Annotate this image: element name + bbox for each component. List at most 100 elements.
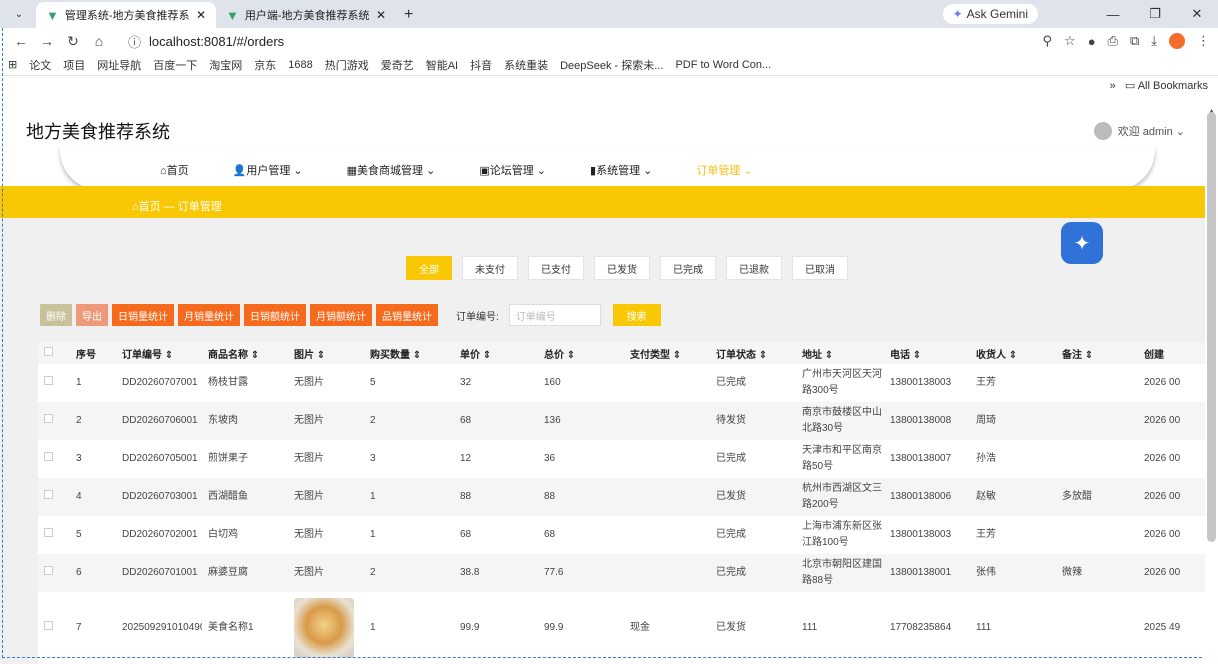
profile-avatar[interactable]: [1169, 33, 1185, 49]
nav-forum[interactable]: ▣论坛管理 ⌄: [479, 162, 546, 178]
bookmark-item[interactable]: 系统重装: [504, 57, 548, 73]
row-checkbox[interactable]: [44, 452, 53, 461]
header-total[interactable]: 总价 ⇕: [538, 342, 624, 364]
header-address[interactable]: 地址 ⇕: [796, 342, 884, 364]
user-menu[interactable]: 欢迎 admin ⌄: [1093, 122, 1185, 140]
close-window-icon[interactable]: ✕: [1176, 0, 1218, 28]
browser-tab-user[interactable]: ▼ 用户端-地方美食推荐系统 ✕: [216, 2, 396, 28]
app-page: 地方美食推荐系统 欢迎 admin ⌄ ⌂首页 👤用户管理 ⌄ ▦美食商城管理 …: [0, 108, 1205, 664]
apps-icon[interactable]: ⊞: [8, 58, 17, 71]
monthly-sales-button[interactable]: 月销量统计: [178, 304, 240, 326]
header-receiver[interactable]: 收货人 ⇕: [970, 342, 1056, 364]
close-icon[interactable]: ✕: [376, 8, 386, 22]
food-image: [294, 598, 354, 658]
star-icon[interactable]: ☆: [1064, 33, 1076, 49]
close-icon[interactable]: ✕: [196, 8, 206, 22]
filter-all[interactable]: 全部: [406, 256, 452, 280]
bookmark-item[interactable]: 爱奇艺: [381, 57, 414, 73]
header-status[interactable]: 订单状态 ⇕: [710, 342, 796, 364]
bookmark-item[interactable]: 抖音: [470, 57, 492, 73]
info-icon[interactable]: ⓘ: [128, 32, 141, 51]
select-all-checkbox[interactable]: [38, 342, 70, 364]
bookmark-item[interactable]: DeepSeek - 探索未...: [560, 57, 663, 73]
table-row[interactable]: 720250929101049050761美食名称1 199.999.9现金已发…: [38, 592, 1205, 664]
table-row[interactable]: 2 DD20260706001 东坡肉 无图片 2 68 136 待发货 南京市鼓楼区中山北路3…: [38, 402, 1205, 440]
header-image[interactable]: 图片 ⇕: [288, 342, 364, 364]
filter-unpaid[interactable]: 未支付: [462, 256, 518, 280]
tab-title: 用户端-地方美食推荐系统: [244, 10, 370, 22]
row-checkbox[interactable]: [44, 376, 53, 385]
table-row[interactable]: 1 DD20260707001 杨枝甘露 无图片 5 32 160 已完成 广州市天河区天河路3…: [38, 364, 1205, 402]
header-phone[interactable]: 电话 ⇕: [884, 342, 970, 364]
filter-completed[interactable]: 已完成: [660, 256, 716, 280]
address-bar: ← → ↻ ⌂ ⓘ localhost:8081/#/orders ⚲ ☆ ● …: [0, 28, 1218, 54]
print-icon[interactable]: ⎙: [1108, 33, 1118, 49]
url-field[interactable]: ⓘ localhost:8081/#/orders: [120, 30, 1035, 52]
breadcrumb: ⌂首页 — 订单管理: [132, 201, 222, 213]
ask-gemini-button[interactable]: ✦ Ask Gemini: [942, 4, 1038, 24]
browser-tab-admin[interactable]: ▼ 管理系统-地方美食推荐系统 ✕: [36, 2, 216, 28]
table-row[interactable]: 4 DD20260703001 西湖醋鱼 无图片 1 88 88 已发货 杭州市西湖区文三路20…: [38, 478, 1205, 516]
row-checkbox[interactable]: [44, 528, 53, 537]
table-row[interactable]: 6 DD20260701001 麻婆豆腐 无图片 2 38.8 77.6 已完成 北京市朝阳区建…: [38, 554, 1205, 592]
bookmark-item[interactable]: 网址导航: [97, 57, 141, 73]
bookmark-item[interactable]: 京东: [254, 57, 276, 73]
row-checkbox[interactable]: [44, 490, 53, 499]
all-bookmarks[interactable]: » ▭ All Bookmarks: [1110, 79, 1208, 92]
header-index: 序号: [70, 342, 116, 364]
tab-search-icon[interactable]: ⌄: [8, 3, 30, 25]
download-icon[interactable]: ⤓: [1151, 33, 1157, 49]
product-sales-button[interactable]: 品销量统计: [376, 304, 438, 326]
bookmark-item[interactable]: 淘宝网: [209, 57, 242, 73]
bookmark-item[interactable]: 1688: [288, 59, 312, 71]
monthly-revenue-button[interactable]: 月销额统计: [310, 304, 372, 326]
table-row[interactable]: 3 DD20260705001 煎饼果子 无图片 3 12 36 已完成 天津市和平区南京路50…: [38, 440, 1205, 478]
filter-refunded[interactable]: 已退款: [726, 256, 782, 280]
header-order-no[interactable]: 订单编号 ⇕: [116, 342, 202, 364]
header-product[interactable]: 商品名称 ⇕: [202, 342, 288, 364]
menu-icon[interactable]: ⋮: [1197, 33, 1210, 49]
bookmark-item[interactable]: 论文: [29, 57, 51, 73]
search-button[interactable]: 搜索: [612, 304, 661, 326]
vertical-scrollbar[interactable]: [1207, 112, 1216, 542]
row-checkbox[interactable]: [44, 414, 53, 423]
nav-home[interactable]: ⌂首页: [160, 162, 189, 178]
order-number-input[interactable]: 订单编号: [508, 304, 601, 326]
minimize-icon[interactable]: —: [1092, 0, 1134, 28]
bookmark-item[interactable]: 项目: [63, 57, 85, 73]
bookmark-item[interactable]: 智能AI: [426, 57, 458, 73]
filter-paid[interactable]: 已支付: [528, 256, 584, 280]
nav-orders[interactable]: 订单管理 ⌄: [696, 162, 752, 178]
header-pay-type[interactable]: 支付类型 ⇕: [624, 342, 710, 364]
header-price[interactable]: 单价 ⇕: [454, 342, 538, 364]
puzzle-icon[interactable]: ⧉: [1130, 33, 1139, 49]
row-checkbox[interactable]: [44, 566, 53, 575]
header-note[interactable]: 备注 ⇕: [1056, 342, 1138, 364]
export-button[interactable]: 导出: [76, 304, 108, 326]
bookmark-item[interactable]: PDF to Word Con...: [675, 59, 771, 71]
header-quantity[interactable]: 购买数量 ⇕: [364, 342, 454, 364]
main-nav: ⌂首页 👤用户管理 ⌄ ▦美食商城管理 ⌄ ▣论坛管理 ⌄ ▮系统管理 ⌄ 订单…: [160, 162, 797, 178]
table-row[interactable]: 5 DD20260702001 白切鸡 无图片 1 68 68 已完成 上海市浦东新区张江路10…: [38, 516, 1205, 554]
nav-system[interactable]: ▮系统管理 ⌄: [590, 162, 652, 178]
extension-icon[interactable]: ●: [1088, 34, 1096, 49]
daily-revenue-button[interactable]: 日销额统计: [244, 304, 306, 326]
new-tab-button[interactable]: +: [404, 6, 413, 24]
nav-food-mall[interactable]: ▦美食商城管理 ⌄: [347, 162, 436, 178]
nav-user-management[interactable]: 👤用户管理 ⌄: [233, 162, 303, 178]
delete-button[interactable]: 删除: [40, 304, 72, 326]
row-checkbox[interactable]: [44, 621, 53, 630]
header-created: 创建: [1138, 342, 1205, 364]
daily-sales-button[interactable]: 日销量统计: [112, 304, 174, 326]
bookmark-item[interactable]: 百度一下: [153, 57, 197, 73]
filter-cancelled[interactable]: 已取消: [792, 256, 848, 280]
forward-icon[interactable]: →: [34, 33, 60, 49]
zoom-icon[interactable]: ⚲: [1043, 33, 1053, 49]
home-icon[interactable]: ⌂: [86, 33, 112, 49]
reload-icon[interactable]: ↻: [60, 33, 86, 50]
back-icon[interactable]: ←: [8, 33, 34, 49]
bookmark-item[interactable]: 热门游戏: [325, 57, 369, 73]
system-title: 地方美食推荐系统: [26, 122, 170, 142]
filter-shipped[interactable]: 已发货: [594, 256, 650, 280]
maximize-icon[interactable]: ❐: [1134, 0, 1176, 28]
